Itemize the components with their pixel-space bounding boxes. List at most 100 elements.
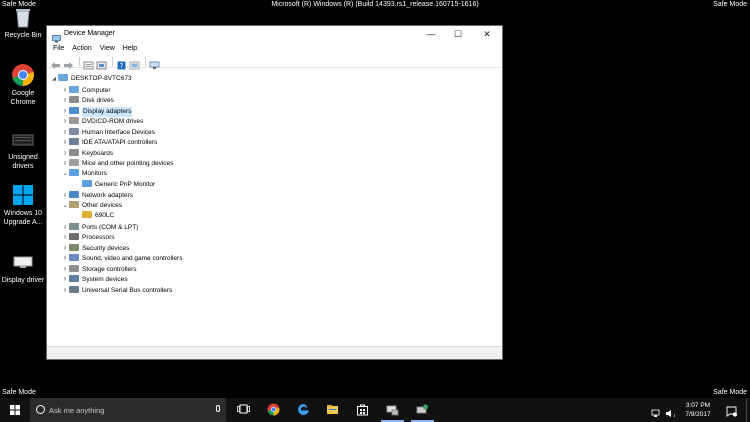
tree-item[interactable]: ⌄ Monitors (61, 168, 107, 179)
toolbar: ? (47, 55, 502, 70)
chevron-right-icon[interactable]: › (61, 137, 69, 147)
tree-item-label: Other devices (82, 201, 123, 209)
tree-item[interactable]: › System devices (61, 274, 128, 284)
tree-item[interactable]: › Keyboards (61, 148, 113, 158)
show-desktop-button[interactable] (746, 398, 750, 422)
scan-hardware-icon[interactable] (149, 57, 160, 69)
task-view-icon (237, 404, 250, 414)
desktop-icon-unsigned-drivers[interactable]: Unsigned drivers (0, 127, 46, 171)
tree-item[interactable]: ⌄ Other devices (61, 200, 123, 211)
chevron-right-icon[interactable]: › (61, 148, 69, 158)
menu-bar: File Action View Help (47, 43, 502, 55)
storage-icon (69, 264, 79, 272)
taskbar-store[interactable] (348, 398, 377, 422)
ide-icon (69, 138, 79, 146)
task-view-button[interactable] (229, 398, 258, 422)
chevron-right-icon[interactable]: › (61, 158, 69, 168)
update-driver-icon[interactable] (96, 57, 107, 69)
tree-item[interactable]: 690LC (74, 211, 114, 221)
microphone-icon[interactable] (216, 405, 220, 412)
desktop-icon-label: Google Chrome (10, 90, 36, 106)
volume-icon[interactable]: x (665, 405, 677, 419)
toolbar-separator (112, 56, 113, 66)
chevron-right-icon[interactable]: › (61, 116, 69, 126)
chevron-right-icon[interactable]: › (61, 285, 69, 295)
minimize-button[interactable]: — (416, 26, 446, 43)
desktop-icon-windows-upgrade[interactable]: Windows 10 Upgrade A... (0, 183, 46, 227)
chevron-down-icon[interactable]: ⌄ (61, 169, 69, 179)
taskbar-device-manager[interactable] (378, 398, 407, 422)
tree-item[interactable]: › Mice and other pointing devices (61, 158, 174, 168)
chevron-down-icon[interactable]: ⌄ (61, 201, 69, 211)
taskbar-settings-tool[interactable] (408, 398, 437, 422)
maximize-button[interactable]: ☐ (443, 26, 473, 43)
properties-icon[interactable] (83, 57, 94, 69)
tree-item[interactable]: › Display adapters (61, 106, 133, 117)
tree-item[interactable]: › Network adapters (61, 190, 133, 200)
tree-item[interactable]: › Sound, video and game controllers (61, 253, 183, 263)
computer-management-icon (416, 404, 428, 414)
desktop-icon-chrome[interactable]: Google Chrome (0, 63, 46, 107)
start-button[interactable] (0, 398, 30, 422)
tree-item-label: IDE ATA/ATAPI controllers (82, 139, 158, 147)
tree-item[interactable]: › Disk drives (61, 95, 114, 105)
ports-icon (69, 222, 79, 230)
display-icon (11, 250, 35, 274)
chevron-right-icon[interactable]: › (61, 127, 69, 137)
menu-help[interactable]: Help (122, 43, 141, 55)
tree-item[interactable]: › IDE ATA/ATAPI controllers (61, 137, 158, 147)
svg-text:x: x (674, 413, 676, 418)
desktop-icon-display-driver[interactable]: Display driver (0, 250, 46, 285)
back-icon[interactable] (50, 57, 61, 69)
forward-icon[interactable] (63, 57, 74, 69)
chevron-right-icon[interactable]: › (61, 264, 69, 274)
tree-item[interactable]: › Universal Serial Bus controllers (61, 285, 173, 295)
title-bar[interactable]: Device Manager — ☐ ✕ (47, 26, 502, 43)
chevron-right-icon[interactable]: › (61, 243, 69, 253)
chevron-right-icon[interactable]: › (61, 222, 69, 232)
network-icon[interactable] (651, 405, 661, 417)
tree-item[interactable]: Generic PnP Monitor (74, 179, 155, 190)
chevron-right-icon[interactable]: › (61, 232, 69, 242)
chevron-right-icon[interactable]: › (61, 85, 69, 95)
expand-arrow-icon[interactable]: ◢ (50, 74, 58, 84)
mouse-icon (69, 159, 79, 167)
tree-item[interactable]: › Computer (61, 85, 111, 95)
chevron-right-icon[interactable]: › (61, 274, 69, 284)
close-button[interactable]: ✕ (472, 26, 502, 43)
chevron-right-icon[interactable]: › (61, 253, 69, 263)
chevron-right-icon[interactable]: › (61, 190, 69, 200)
device-view-icon[interactable] (129, 57, 140, 69)
tree-item[interactable]: › Security devices (61, 243, 130, 253)
chevron-right-icon[interactable]: › (61, 95, 69, 105)
action-center-icon[interactable] (726, 404, 737, 417)
usb-icon (69, 286, 79, 293)
device-manager-window: Device Manager — ☐ ✕ File Action View He… (46, 25, 503, 360)
window-title: Device Manager (64, 30, 115, 37)
tree-item-label: 690LC (95, 212, 115, 220)
tree-item-label: Disk drives (82, 97, 114, 105)
cortana-search-box[interactable]: Ask me anything (30, 398, 226, 422)
system-clock[interactable]: 3:07 PM 7/9/2017 (680, 401, 716, 419)
tree-item-label: Processors (82, 234, 115, 242)
tree-item[interactable]: › Ports (COM & LPT) (61, 222, 139, 232)
desktop-icon-recycle-bin[interactable]: Recycle Bin (0, 5, 46, 40)
windows-logo-icon (11, 183, 35, 207)
taskbar-edge[interactable] (289, 398, 318, 422)
chevron-right-icon[interactable]: › (61, 106, 69, 116)
tree-item[interactable]: › Storage controllers (61, 264, 137, 274)
menu-view[interactable]: View (99, 43, 119, 55)
tree-item[interactable]: › DVD/CD-ROM drives (61, 116, 144, 126)
tree-item-label: Sound, video and game controllers (82, 255, 183, 263)
menu-file[interactable]: File (52, 43, 68, 55)
taskbar-chrome[interactable] (259, 398, 288, 422)
tree-item[interactable]: › Processors (61, 232, 115, 242)
menu-action[interactable]: Action (71, 43, 95, 55)
taskbar-file-explorer[interactable] (318, 398, 347, 422)
desktop-icon-label: Recycle Bin (4, 32, 42, 39)
chrome-icon (267, 403, 280, 416)
monitor-icon (69, 168, 79, 176)
help-icon[interactable]: ? (116, 57, 127, 70)
tree-item[interactable]: › Human Interface Devices (61, 127, 155, 137)
tree-root[interactable]: ◢ DESKTOP-8VTC673 (50, 74, 132, 84)
